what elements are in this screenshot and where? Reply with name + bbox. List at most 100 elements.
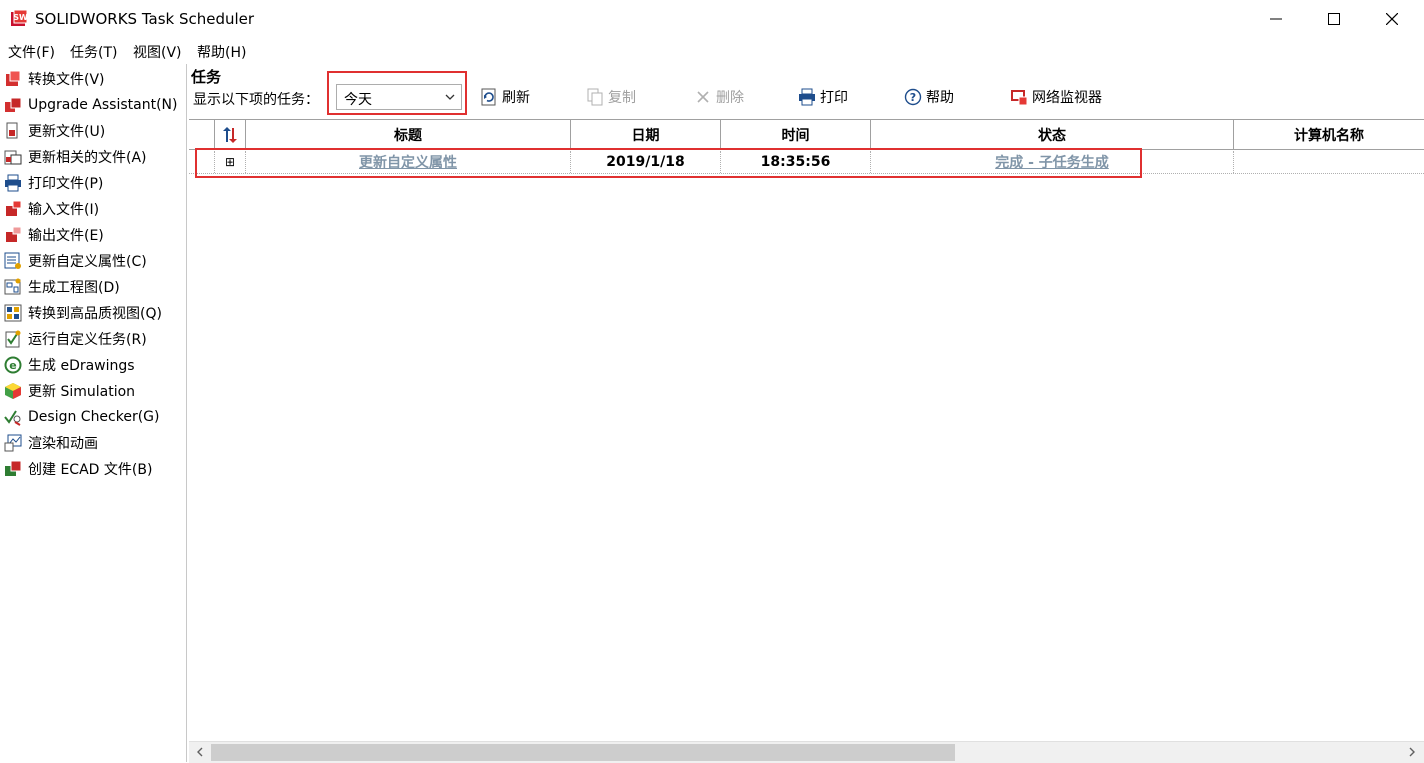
svg-text:e: e xyxy=(9,359,16,372)
sidebar-item-simulation[interactable]: 更新 Simulation xyxy=(4,379,135,403)
update-custom-properties-icon xyxy=(4,252,21,269)
sidebar-item-label: 输入文件(I) xyxy=(28,202,100,218)
row-indicator-header xyxy=(189,120,215,150)
expand-button[interactable]: ⊞ xyxy=(215,151,246,173)
column-header-computer-name[interactable]: 计算机名称 xyxy=(1234,120,1424,150)
sidebar-item-label: 打印文件(P) xyxy=(28,176,104,192)
maximize-button[interactable] xyxy=(1305,0,1363,38)
sidebar-item-update-custom-properties[interactable]: 更新自定义属性(C) xyxy=(4,249,147,273)
edrawings-icon: e xyxy=(4,356,22,374)
svg-text:SW: SW xyxy=(13,13,28,22)
menu-view[interactable]: 视图(V) xyxy=(133,42,182,62)
refresh-label: 刷新 xyxy=(502,90,530,106)
cell-title[interactable]: 更新自定义属性 xyxy=(246,151,571,173)
refresh-icon xyxy=(481,88,496,106)
custom-task-icon xyxy=(5,330,21,348)
date-filter-select[interactable]: 今天 xyxy=(336,84,462,110)
sidebar-item-label: Design Checker(G) xyxy=(28,409,160,425)
update-files-icon xyxy=(6,122,18,139)
menu-bar: 文件(F) 任务(T) 视图(V) 帮助(H) xyxy=(0,38,1424,64)
delete-button[interactable]: 删除 xyxy=(694,86,744,108)
sidebar-item-label: 更新相关的文件(A) xyxy=(28,150,147,166)
sidebar-item-label: 更新 Simulation xyxy=(28,384,136,400)
window-title: SOLIDWORKS Task Scheduler xyxy=(35,10,255,28)
update-related-files-icon xyxy=(4,150,22,165)
column-header-date[interactable]: 日期 xyxy=(571,120,721,150)
sidebar-item-label: 输出文件(E) xyxy=(28,228,104,244)
cell-time: 18:35:56 xyxy=(721,151,871,173)
cell-date: 2019/1/18 xyxy=(571,151,721,173)
menu-task[interactable]: 任务(T) xyxy=(70,42,117,62)
copy-icon xyxy=(587,88,603,106)
printer-icon xyxy=(799,88,815,106)
sidebar-item-update-related-files[interactable]: 更新相关的文件(A) xyxy=(4,145,147,169)
sidebar-item-create-drawings[interactable]: 生成工程图(D) xyxy=(4,275,120,299)
close-button[interactable] xyxy=(1363,0,1421,38)
filter-label: 显示以下项的任务： xyxy=(193,92,319,108)
sidebar-item-import-files[interactable]: 输入文件(I) xyxy=(4,197,99,221)
sidebar-item-custom-task[interactable]: 运行自定义任务(R) xyxy=(4,327,147,351)
row-divider xyxy=(189,173,1424,174)
export-files-icon xyxy=(6,226,22,242)
task-table: 标题 日期 时间 状态 计算机名称 ⊞ 更新自定义属性 2019/1/18 18… xyxy=(189,119,1424,742)
create-drawings-icon xyxy=(4,278,21,295)
chevron-down-icon xyxy=(445,94,455,100)
sidebar-item-ecad-files[interactable]: 创建 ECAD 文件(B) xyxy=(4,457,152,481)
sidebar-item-label: 创建 ECAD 文件(B) xyxy=(28,462,153,478)
copy-label: 复制 xyxy=(608,90,636,106)
sidebar-item-convert-files[interactable]: 转换文件(V) xyxy=(4,67,105,91)
print-button[interactable]: 打印 xyxy=(798,86,848,108)
cell-computer-name xyxy=(1234,151,1424,173)
copy-button[interactable]: 复制 xyxy=(586,86,636,108)
column-header-status[interactable]: 状态 xyxy=(871,120,1234,150)
tasks-heading: 任务 xyxy=(191,68,222,86)
column-header-time[interactable]: 时间 xyxy=(721,120,871,150)
svg-text:?: ? xyxy=(910,91,916,104)
simulation-icon xyxy=(5,383,21,399)
refresh-button[interactable]: 刷新 xyxy=(480,86,530,108)
sort-column-header[interactable] xyxy=(215,120,246,150)
cell-status[interactable]: 完成 - 子任务生成 xyxy=(871,151,1234,173)
sidebar-item-label: 生成 eDrawings xyxy=(28,358,135,374)
help-button[interactable]: ? 帮助 xyxy=(904,86,954,108)
network-monitor-label: 网络监视器 xyxy=(1032,90,1102,106)
maximize-icon xyxy=(1328,13,1340,25)
scroll-left-icon[interactable] xyxy=(194,746,206,758)
print-files-icon xyxy=(5,174,21,192)
help-icon: ? xyxy=(904,88,922,106)
sidebar-item-label: 更新文件(U) xyxy=(28,124,106,140)
sort-icon xyxy=(223,126,237,143)
high-quality-views-icon xyxy=(4,304,22,322)
title-bar: SW SOLIDWORKS Task Scheduler xyxy=(0,0,1424,38)
sidebar-item-upgrade-assistant[interactable]: Upgrade Assistant(N) xyxy=(4,93,177,117)
task-title-link[interactable]: 更新自定义属性 xyxy=(359,152,457,172)
menu-help[interactable]: 帮助(H) xyxy=(197,42,246,62)
sidebar-item-label: 生成工程图(D) xyxy=(28,280,120,296)
network-monitor-button[interactable]: 网络监视器 xyxy=(1010,86,1102,108)
menu-file[interactable]: 文件(F) xyxy=(8,42,55,62)
horizontal-scrollbar[interactable] xyxy=(189,741,1424,763)
column-header-title[interactable]: 标题 xyxy=(246,120,571,150)
design-checker-icon xyxy=(4,410,21,426)
expand-icon: ⊞ xyxy=(224,155,236,169)
scroll-right-icon[interactable] xyxy=(1406,746,1418,758)
print-label: 打印 xyxy=(820,90,848,106)
sidebar-item-render-animation[interactable]: 渲染和动画 xyxy=(4,431,98,455)
sidebar-item-edrawings[interactable]: e 生成 eDrawings xyxy=(4,353,135,377)
convert-files-icon xyxy=(6,70,21,86)
sidebar-item-high-quality-views[interactable]: 转换到高品质视图(Q) xyxy=(4,301,162,325)
sidebar-item-print-files[interactable]: 打印文件(P) xyxy=(4,171,103,195)
render-animation-icon xyxy=(4,434,22,452)
sidebar-item-export-files[interactable]: 输出文件(E) xyxy=(4,223,104,247)
sidebar-item-label: 更新自定义属性(C) xyxy=(28,254,147,270)
scrollbar-thumb[interactable] xyxy=(211,744,955,761)
minimize-button[interactable] xyxy=(1247,0,1305,38)
sidebar-item-label: 运行自定义任务(R) xyxy=(28,332,147,348)
sidebar-item-label: 转换到高品质视图(Q) xyxy=(28,306,162,322)
sidebar-item-design-checker[interactable]: Design Checker(G) xyxy=(4,405,160,429)
sidebar-item-label: Upgrade Assistant(N) xyxy=(28,97,178,113)
task-status-link[interactable]: 完成 - 子任务生成 xyxy=(995,152,1109,172)
sidebar-item-label: 渲染和动画 xyxy=(28,436,98,452)
sidebar-item-update-files[interactable]: 更新文件(U) xyxy=(4,119,105,143)
help-label: 帮助 xyxy=(926,90,954,106)
